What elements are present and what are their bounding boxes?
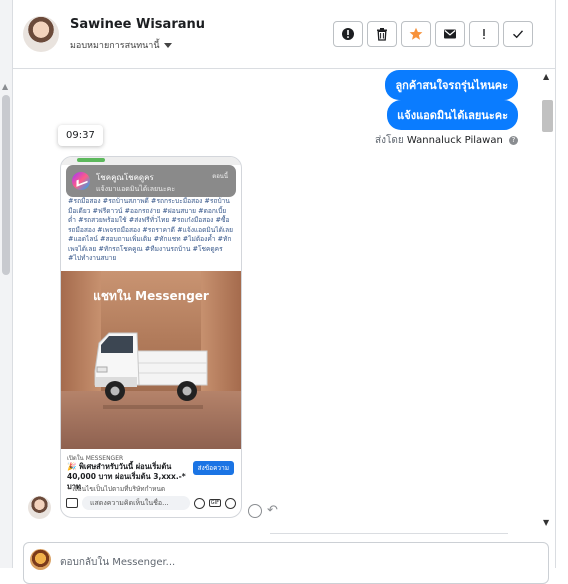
scroll-up-arrow-icon[interactable]: ▲ (543, 72, 549, 81)
conversation-header: Sawinee Wisaranu มอบหมายการสนทนานี้ (13, 0, 555, 69)
sent-by-label: ส่งโดย Wannaluck Pilawan ? (375, 133, 518, 148)
messenger-icon (72, 172, 90, 190)
scrollbar-thumb[interactable] (2, 95, 10, 275)
assign-conversation-dropdown[interactable]: มอบหมายการสนทนานี้ (70, 38, 172, 52)
assign-label: มอบหมายการสนทนานี้ (70, 41, 160, 51)
scrollbar-thumb[interactable] (542, 100, 553, 132)
reply-icon[interactable]: ↶ (267, 503, 278, 518)
chevron-down-icon (163, 43, 172, 48)
contact-name[interactable]: Sawinee Wisaranu (70, 17, 205, 32)
status-pill (77, 158, 105, 162)
sent-by-prefix: ส่งโดย (375, 135, 404, 146)
phone-status-bar (61, 157, 241, 165)
reply-composer[interactable]: ตอบกลับใน Messenger... (23, 542, 549, 584)
notification-time: ตอนนี้ (212, 173, 228, 180)
mark-done-button[interactable] (503, 21, 533, 47)
post-hashtags: #รถมือสอง #รถบ้านสภาพดี #รถกระบะมือสอง #… (68, 197, 234, 262)
photo-headline: แชทใน Messenger (93, 289, 209, 303)
contact-avatar-small (28, 496, 51, 519)
comment-input: แสดงความคิดเห็นในชื่อ... (82, 496, 190, 510)
divider (270, 533, 508, 534)
phone-comment-bar: แสดงความคิดเห็นในชื่อ... GIF (66, 493, 236, 513)
pickup-truck-image (94, 332, 208, 409)
react-icon[interactable] (248, 504, 262, 518)
contact-avatar[interactable] (23, 16, 59, 52)
trash-icon (377, 28, 387, 41)
left-panel-scrollbar[interactable]: ▲ (0, 0, 13, 568)
notification-text: แจ้งมาแอดมินได้เลยนะคะ (96, 185, 176, 193)
conversation-scrollbar[interactable]: ▲ ▼ (540, 70, 555, 530)
send-message-button: ส่งข้อความ (192, 461, 234, 475)
camera-icon (66, 498, 78, 508)
right-panel-edge (555, 0, 568, 568)
screenshot-attachment[interactable]: โชคคูณโชคดูคร แจ้งมาแอดมินได้เลยนะคะ ตอน… (60, 156, 242, 518)
page-avatar (30, 549, 51, 570)
sticker-icon (225, 497, 236, 509)
scroll-down-arrow-icon[interactable]: ▼ (543, 518, 549, 527)
star-icon (409, 27, 423, 40)
outgoing-message[interactable]: ลูกค้าสนใจรถรุ่นไหนคะ (385, 70, 518, 100)
gif-icon: GIF (208, 499, 221, 507)
messenger-notification: โชคคูณโชคดูคร แจ้งมาแอดมินได้เลยนะคะ ตอน… (66, 165, 236, 197)
notification-title: โชคคูณโชคดูคร (96, 173, 154, 182)
delete-button[interactable] (367, 21, 397, 47)
scroll-up-arrow-icon[interactable]: ▲ (2, 82, 8, 91)
header-actions (333, 21, 533, 47)
emoji-icon (193, 497, 205, 509)
truck-photo: แชทใน Messenger (61, 271, 241, 449)
exclamation-icon (483, 29, 485, 39)
sender-name: Wannaluck Pilawan (406, 135, 503, 146)
mark-unread-button[interactable] (435, 21, 465, 47)
alert-circle-icon (342, 28, 354, 40)
report-spam-button[interactable] (333, 21, 363, 47)
outgoing-message[interactable]: แจ้งแอดมินได้เลยนะคะ (387, 100, 518, 130)
timestamp-tooltip: 09:37 (58, 125, 103, 146)
info-icon[interactable]: ? (509, 135, 518, 145)
follow-up-button[interactable] (469, 21, 499, 47)
mail-icon (444, 29, 456, 39)
star-button[interactable] (401, 21, 431, 47)
check-icon (513, 30, 524, 39)
